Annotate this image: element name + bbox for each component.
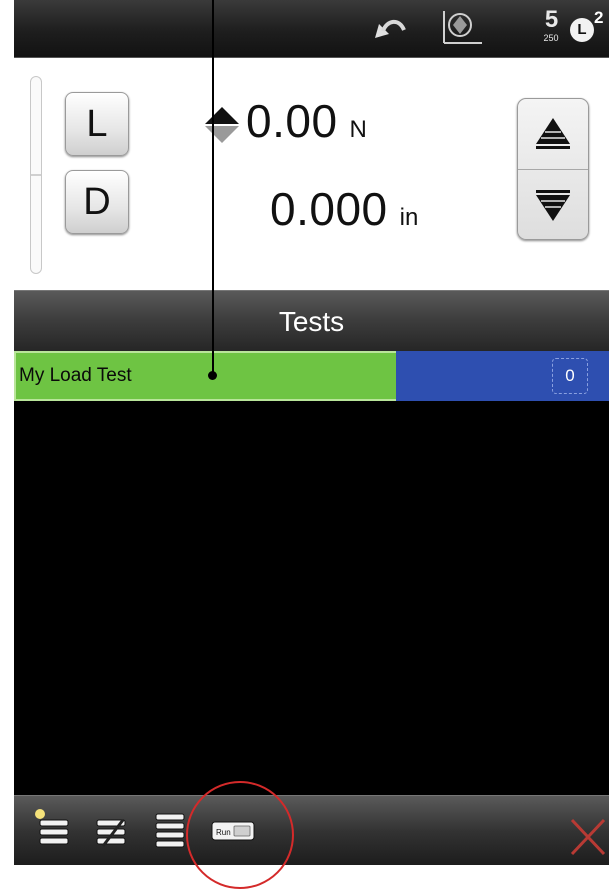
sample-rate-icon[interactable]: 5 250 (536, 7, 566, 47)
test-name[interactable]: My Load Test (14, 351, 400, 401)
load-value: 0.00 (246, 95, 338, 147)
jog-up-icon (536, 118, 570, 149)
callout-dot (208, 371, 217, 380)
jog-control (517, 98, 589, 240)
distance-key-button[interactable]: D (65, 170, 129, 234)
jog-up-button[interactable] (518, 99, 588, 169)
load-limit-letter: L (570, 18, 594, 42)
device-screen: 5 250 L 2 L D 0.00 N 0.000 in Tests My L… (14, 0, 609, 865)
new-test-icon[interactable] (34, 806, 74, 856)
tests-header: Tests (14, 290, 609, 351)
distance-unit: in (399, 204, 419, 231)
test-count: 0 (552, 358, 588, 394)
jog-down-icon (536, 190, 570, 221)
load-readout: 0.00 N (205, 94, 367, 148)
load-limit-superscript: 2 (594, 8, 604, 27)
sample-rate-sub: 250 (543, 33, 559, 43)
callout-highlight-circle (186, 781, 294, 889)
test-count-cell[interactable]: 0 (396, 351, 609, 401)
load-key-button[interactable]: L (65, 92, 129, 156)
sample-rate-value: 5 (544, 6, 558, 33)
distance-value: 0.000 (270, 183, 388, 235)
slider-midpoint (31, 174, 41, 176)
callout-line (212, 0, 214, 376)
load-limit-icon[interactable]: L 2 (570, 8, 604, 48)
zero-axis-icon[interactable] (434, 10, 486, 46)
direction-arrows-icon (205, 107, 239, 143)
status-bar: 5 250 L 2 (14, 0, 609, 58)
readout-panel: L D 0.00 N 0.000 in (14, 58, 609, 290)
distance-readout: 0.000 in (270, 182, 418, 236)
edit-test-icon[interactable] (93, 806, 133, 856)
jog-down-button[interactable] (518, 170, 588, 239)
test-row[interactable]: My Load Test 0 (14, 351, 609, 401)
undo-icon[interactable] (370, 10, 410, 46)
load-unit: N (349, 116, 367, 143)
delete-icon[interactable] (566, 806, 608, 856)
bottom-toolbar: Run (14, 795, 609, 865)
position-slider-track[interactable] (30, 76, 42, 274)
